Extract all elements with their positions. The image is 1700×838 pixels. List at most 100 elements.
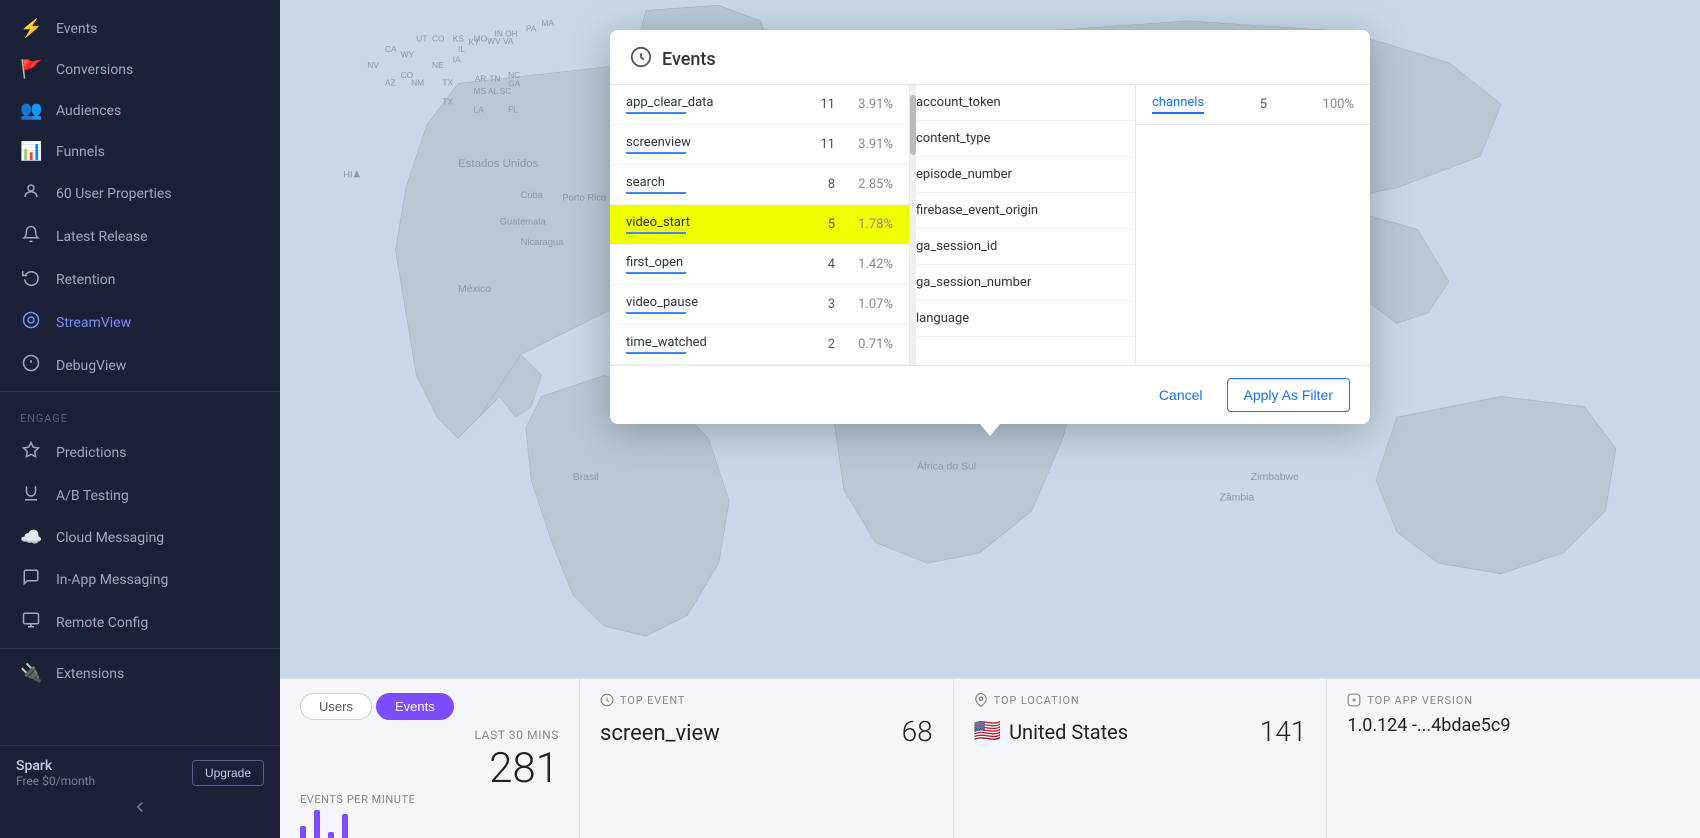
modal-body: app_clear_data 11 3.91% screenview 11 3.… — [610, 85, 1370, 365]
svg-text:Zimbabwe: Zimbabwe — [1251, 472, 1299, 483]
event-row[interactable]: video_start 5 1.78% — [610, 205, 909, 245]
svg-text:Zâmbia: Zâmbia — [1219, 493, 1254, 504]
location-count: 141 — [1260, 715, 1307, 748]
top-event-header: TOP EVENT — [600, 693, 933, 707]
conversions-icon: 🚩 — [20, 59, 42, 80]
event-row[interactable]: video_pause 3 1.07% — [610, 285, 909, 325]
collapse-sidebar-button[interactable] — [16, 788, 264, 826]
abtesting-icon — [20, 484, 42, 507]
sidebar-item-audiences[interactable]: 👥 Audiences — [0, 90, 280, 131]
channel-title: channels — [1152, 95, 1204, 114]
sidebar-item-remote-config[interactable]: Remote Config — [0, 601, 280, 644]
sidebar-label-predictions: Predictions — [56, 445, 126, 461]
sidebar-item-predictions[interactable]: Predictions — [0, 431, 280, 474]
sidebar-item-funnels[interactable]: 📊 Funnels — [0, 131, 280, 172]
event-count: 2 — [805, 337, 835, 352]
svg-text:FL: FL — [508, 105, 518, 115]
top-event-name: screen_view — [600, 721, 720, 746]
svg-text:WV VA: WV VA — [487, 36, 514, 46]
event-count: 5 — [805, 217, 835, 232]
svg-text:AZ: AZ — [385, 78, 396, 88]
event-row[interactable]: app_clear_data 11 3.91% — [610, 85, 909, 125]
svg-text:NV: NV — [367, 60, 379, 70]
modal-events-col: app_clear_data 11 3.91% screenview 11 3.… — [610, 85, 910, 365]
sidebar-item-debugview[interactable]: DebugView — [0, 344, 280, 387]
event-underline — [626, 112, 686, 114]
map-area: Estados Unidos México Brasil Portugal Es… — [280, 0, 1700, 678]
svg-text:KY: KY — [468, 37, 480, 47]
event-count: 4 — [805, 257, 835, 272]
sidebar-item-streamview[interactable]: StreamView — [0, 301, 280, 344]
event-row[interactable]: first_open 4 1.42% — [610, 245, 909, 285]
sidebar-item-events[interactable]: ⚡ Events — [0, 8, 280, 49]
sidebar-item-conversions[interactable]: 🚩 Conversions — [0, 49, 280, 90]
sidebar-label-streamview: StreamView — [56, 315, 131, 331]
svg-text:PA: PA — [526, 23, 537, 33]
spark-subtitle: Free $0/month — [16, 774, 95, 788]
svg-text:TX: TX — [442, 78, 453, 88]
event-pct: 1.78% — [843, 217, 893, 232]
param-item[interactable]: account_token — [916, 85, 1135, 121]
events-tab[interactable]: Events — [376, 693, 454, 720]
audiences-icon: 👥 — [20, 100, 42, 121]
event-pct: 3.91% — [843, 137, 893, 152]
sidebar-item-abtesting[interactable]: A/B Testing — [0, 474, 280, 517]
last-30-mins-label: LAST 30 MINS — [300, 728, 559, 742]
sidebar-item-inapp-messaging[interactable]: In-App Messaging — [0, 558, 280, 601]
channel-pct: 100% — [1323, 97, 1354, 112]
param-item[interactable]: episode_number — [916, 157, 1135, 193]
svg-text:Brasil: Brasil — [573, 472, 599, 483]
retention-icon — [20, 268, 42, 291]
svg-text:HI: HI — [343, 169, 352, 179]
event-row[interactable]: search 8 2.85% — [610, 165, 909, 205]
events-list: app_clear_data 11 3.91% screenview 11 3.… — [610, 85, 909, 365]
top-event-label: TOP EVENT — [620, 694, 685, 707]
svg-text:CA: CA — [385, 44, 397, 54]
event-name: first_open — [626, 255, 797, 270]
sidebar-label-cloud-messaging: Cloud Messaging — [56, 530, 164, 546]
inapp-messaging-icon — [20, 568, 42, 591]
event-row[interactable]: screenview 11 3.91% — [610, 125, 909, 165]
spark-title: Spark — [16, 758, 95, 774]
param-item[interactable]: ga_session_id — [916, 229, 1135, 265]
sidebar-label-latest-release: Latest Release — [56, 229, 148, 245]
sidebar-label-abtesting: A/B Testing — [56, 488, 129, 504]
event-name: video_pause — [626, 295, 797, 310]
sidebar-item-user-properties[interactable]: 60 User Properties — [0, 172, 280, 215]
svg-text:LA: LA — [474, 105, 485, 115]
param-item[interactable]: firebase_event_origin — [916, 193, 1135, 229]
tab-row: Users Events — [300, 693, 559, 720]
sidebar-item-cloud-messaging[interactable]: ☁️ Cloud Messaging — [0, 517, 280, 558]
event-count: 11 — [805, 137, 835, 152]
extensions-icon: 🔌 — [20, 663, 42, 684]
sidebar-label-extensions: Extensions — [56, 666, 124, 682]
modal-params-col: account_tokencontent_typeepisode_numberf… — [916, 85, 1136, 365]
top-app-row: 1.0.124 -...4bdae5c9 — [1347, 715, 1680, 736]
remote-config-icon — [20, 611, 42, 634]
svg-text:TN: TN — [489, 73, 500, 83]
sidebar-item-extensions[interactable]: 🔌 Extensions — [0, 653, 280, 694]
svg-text:Cuba: Cuba — [521, 190, 544, 200]
app-version-icon — [1347, 693, 1361, 707]
apply-as-filter-button[interactable]: Apply As Filter — [1227, 378, 1350, 412]
users-tab[interactable]: Users — [300, 693, 372, 720]
epm-label: EVENTS PER MINUTE — [300, 793, 559, 806]
param-item[interactable]: ga_session_number — [916, 265, 1135, 301]
param-item[interactable]: language — [916, 301, 1135, 337]
event-underline — [626, 232, 686, 234]
params-list: account_tokencontent_typeepisode_numberf… — [916, 85, 1135, 337]
event-underline — [626, 192, 686, 194]
event-row[interactable]: time_watched 2 0.71% — [610, 325, 909, 365]
svg-text:AR: AR — [475, 73, 487, 83]
location-icon — [974, 693, 988, 707]
sidebar-footer: Spark Free $0/month Upgrade — [0, 745, 280, 838]
top-location-row: 🇺🇸 United States 141 — [974, 715, 1307, 748]
upgrade-button[interactable]: Upgrade — [192, 760, 264, 786]
sidebar-item-retention[interactable]: Retention — [0, 258, 280, 301]
svg-text:Estados Unidos: Estados Unidos — [458, 158, 539, 170]
sidebar-item-latest-release[interactable]: Latest Release — [0, 215, 280, 258]
param-item[interactable]: content_type — [916, 121, 1135, 157]
cancel-button[interactable]: Cancel — [1147, 379, 1215, 411]
svg-text:IA: IA — [453, 55, 461, 65]
bar-4 — [342, 814, 348, 838]
